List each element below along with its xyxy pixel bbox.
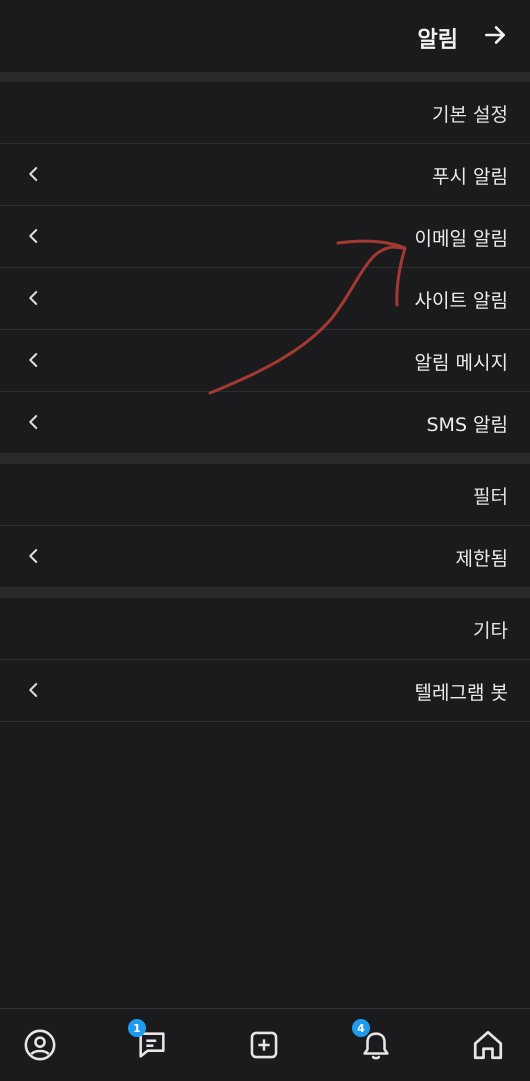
settings-item-label: 사이트 알림	[414, 290, 508, 312]
settings-item-label: 제한됨	[455, 548, 508, 570]
top-bar: 알림	[0, 0, 530, 70]
section-header-filter: 필터	[0, 464, 530, 526]
chevron-left-icon	[22, 410, 46, 434]
settings-item-sms[interactable]: SMS 알림	[0, 392, 530, 454]
chevron-left-icon	[22, 544, 46, 568]
section-divider	[0, 454, 530, 464]
section-header-basic: 기본 설정	[0, 82, 530, 144]
section-title: 필터	[473, 486, 508, 508]
chevron-left-icon	[22, 678, 46, 702]
section-title: 기타	[473, 620, 508, 642]
chevron-left-icon	[22, 286, 46, 310]
home-icon	[473, 1030, 503, 1060]
settings-item-label: 이메일 알림	[414, 228, 508, 250]
bottom-navigation: 1 4	[0, 1008, 530, 1081]
settings-item-telegram-bot[interactable]: 텔레그램 봇	[0, 660, 530, 722]
settings-item-label: 텔레그램 봇	[414, 682, 508, 704]
settings-item-site[interactable]: 사이트 알림	[0, 268, 530, 330]
nav-home[interactable]	[466, 1023, 510, 1067]
chevron-left-icon	[22, 162, 46, 186]
section-header-other: 기타	[0, 598, 530, 660]
settings-item-push[interactable]: 푸시 알림	[0, 144, 530, 206]
settings-item-label: 푸시 알림	[432, 166, 508, 188]
back-button[interactable]	[478, 18, 512, 52]
nav-notifications[interactable]: 4	[352, 1019, 398, 1067]
add-icon	[250, 1031, 278, 1059]
section-title: 기본 설정	[432, 104, 508, 126]
nav-create[interactable]	[242, 1023, 286, 1067]
settings-item-message[interactable]: 알림 메시지	[0, 330, 530, 392]
settings-item-label: SMS 알림	[426, 414, 508, 436]
chevron-left-icon	[22, 224, 46, 248]
profile-icon	[24, 1029, 56, 1061]
settings-item-email[interactable]: 이메일 알림	[0, 206, 530, 268]
messages-badge: 1	[128, 1019, 146, 1037]
settings-item-restricted[interactable]: 제한됨	[0, 526, 530, 588]
section-divider	[0, 72, 530, 82]
nav-profile[interactable]	[18, 1023, 62, 1067]
chevron-left-icon	[22, 348, 46, 372]
section-divider	[0, 588, 530, 598]
notifications-badge: 4	[352, 1019, 370, 1037]
settings-item-label: 알림 메시지	[414, 352, 508, 374]
page-title: 알림	[417, 28, 458, 53]
nav-messages[interactable]: 1	[128, 1019, 174, 1067]
arrow-right-icon	[485, 26, 505, 44]
